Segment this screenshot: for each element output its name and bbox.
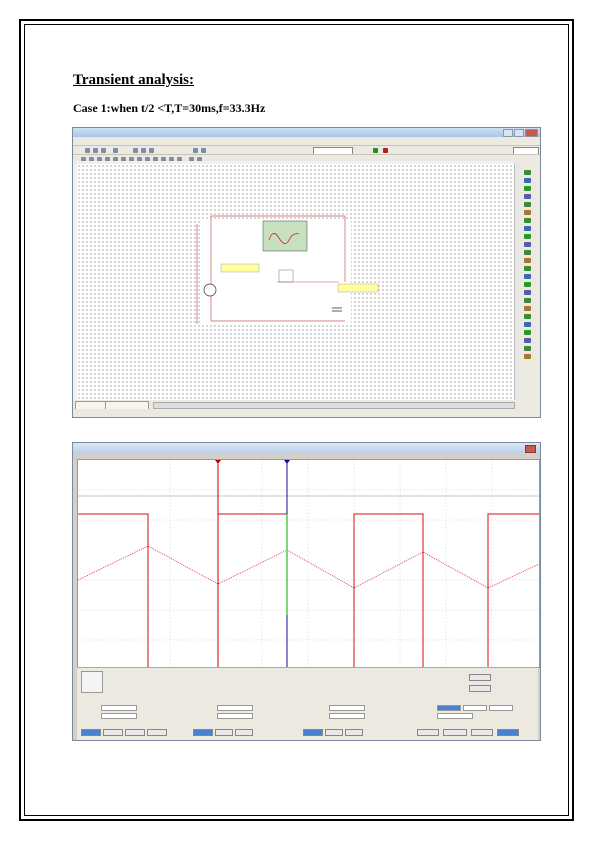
oscilloscope-controls [77, 667, 538, 740]
trigger-edge [437, 705, 461, 711]
reverse-button [469, 674, 491, 681]
window-titlebar [73, 128, 540, 137]
oscilloscope-screenshot [72, 442, 541, 741]
ch-b-zero-button [325, 729, 343, 736]
stop-icon [383, 148, 388, 153]
close-icon [525, 129, 538, 137]
save-icon [101, 148, 106, 153]
oscilloscope-titlebar [73, 443, 540, 453]
save-button [469, 685, 491, 692]
ch-a-dc-button [235, 729, 253, 736]
schematic-canvas [77, 164, 514, 400]
simulator-screenshot [72, 127, 541, 418]
single-button [417, 729, 439, 736]
add-button [103, 729, 123, 736]
open-file-icon [93, 148, 98, 153]
none-button [497, 729, 519, 736]
waveform-display [77, 460, 540, 667]
minimize-icon [503, 129, 513, 137]
auto-button [471, 729, 493, 736]
paste-icon [149, 148, 154, 153]
ch-a-zero-button [215, 729, 233, 736]
menu-bar [73, 137, 540, 145]
timebase-scale [101, 705, 137, 711]
channel-b-scale [329, 705, 365, 711]
circuit-schematic [196, 215, 379, 324]
section-heading: Transient analysis: [73, 72, 194, 88]
horizontal-scrollbar [153, 402, 515, 409]
ch-b-ac-button [303, 729, 323, 736]
yt-button [81, 729, 101, 736]
print-icon [113, 148, 118, 153]
square-wave-channel-a [78, 513, 149, 667]
trigger-source-a [463, 705, 487, 711]
run-icon [373, 148, 378, 153]
voltage-source [203, 283, 217, 297]
channel-a-ypos [217, 713, 253, 719]
timebase-xpos [101, 713, 137, 719]
window-controls [503, 129, 538, 137]
zoom-out-icon [201, 148, 206, 153]
close-icon [525, 445, 536, 453]
ch-b-dc-button [345, 729, 363, 736]
maximize-icon [514, 129, 524, 137]
normal-button [443, 729, 467, 736]
trigger-level [437, 713, 473, 719]
case-label: Case 1:when t/2 <T,T=30ms,f=33.3Hz [73, 101, 266, 115]
cursor-arrows [81, 671, 103, 693]
trigger-source-ext [489, 705, 513, 711]
copy-icon [141, 148, 146, 153]
instrument-palette [519, 164, 540, 400]
oscilloscope-screen [77, 459, 540, 668]
channel-a-scale [217, 705, 253, 711]
status-bar [73, 409, 540, 417]
channel-b-ypos [329, 713, 365, 719]
capacitor-voltage-channel-b [77, 545, 540, 589]
ab-button [147, 729, 167, 736]
new-file-icon [85, 148, 90, 153]
oscilloscope-component [262, 220, 308, 252]
cut-icon [133, 148, 138, 153]
ch-a-ac-button [193, 729, 213, 736]
zoom-in-icon [193, 148, 198, 153]
ba-button [125, 729, 145, 736]
